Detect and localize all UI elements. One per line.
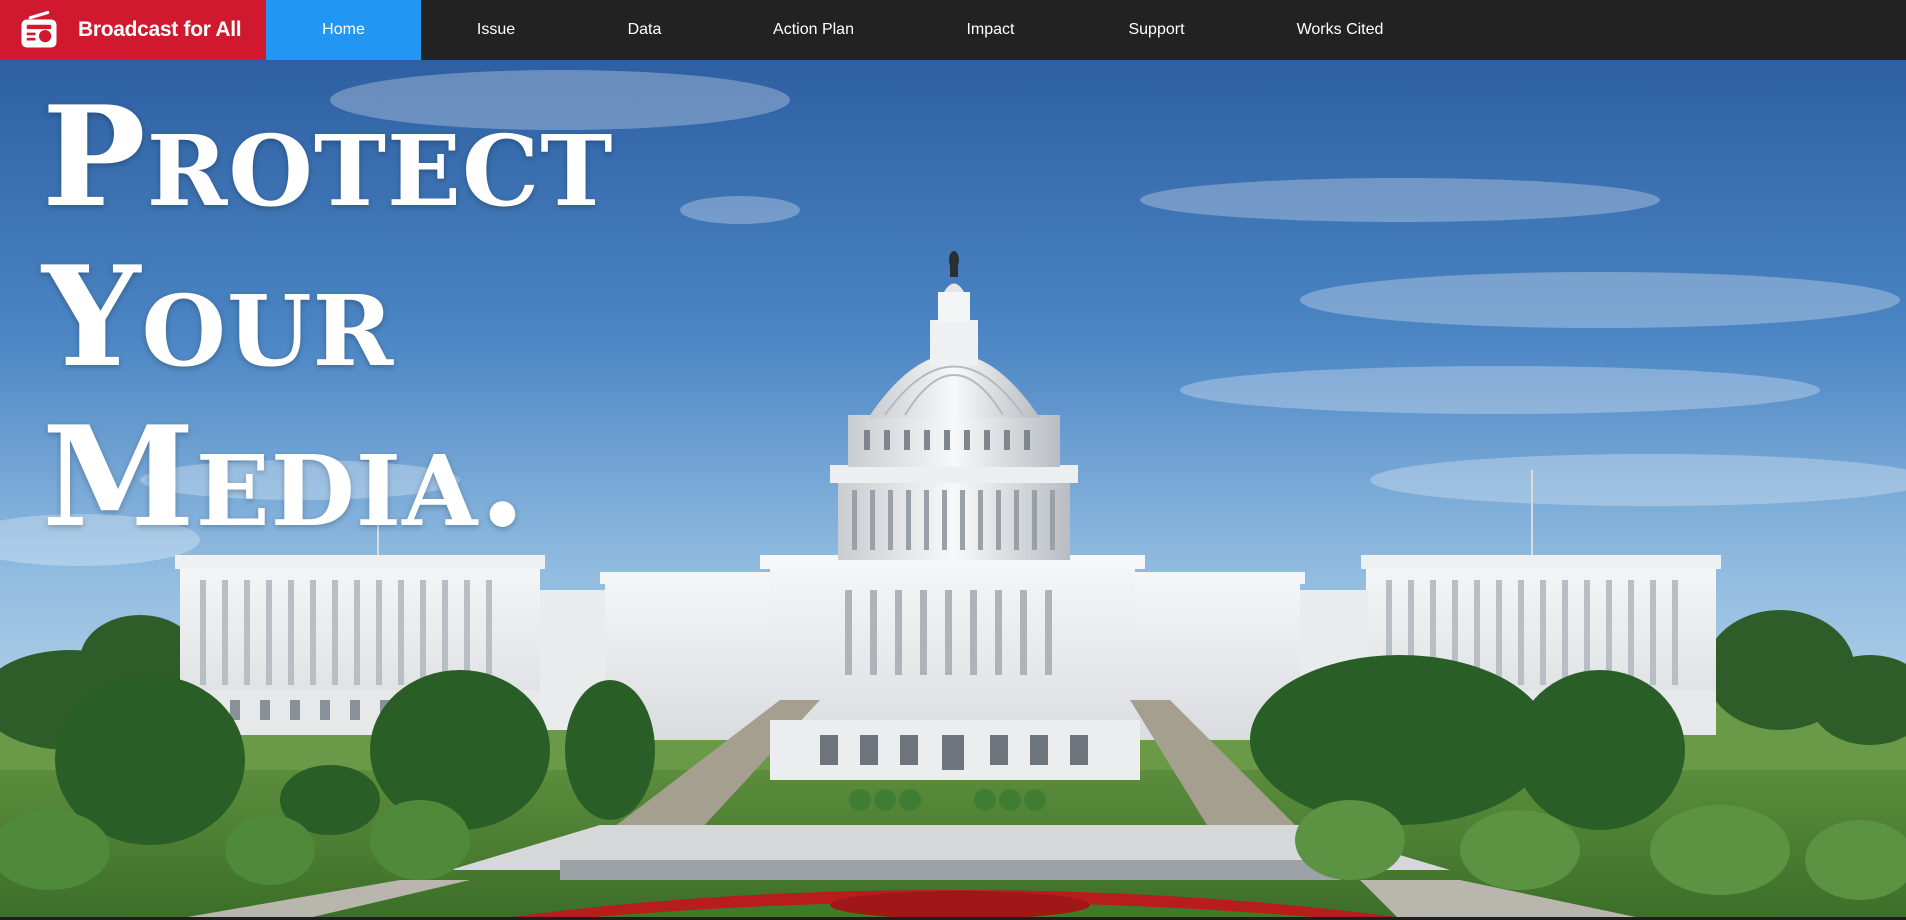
- nav-issue[interactable]: Issue: [421, 0, 571, 60]
- hero-section: Protect Your Media.: [0, 60, 1906, 920]
- nav-data[interactable]: Data: [571, 0, 718, 60]
- hero-headline: Protect Your Media.: [42, 70, 613, 568]
- nav-home[interactable]: Home: [266, 0, 421, 60]
- top-navbar: Broadcast for All Home Issue Data Action…: [0, 0, 1906, 60]
- headline-line-1: Protect: [42, 75, 614, 238]
- nav-impact[interactable]: Impact: [909, 0, 1072, 60]
- nav-works-cited[interactable]: Works Cited: [1241, 0, 1439, 60]
- nav-action-plan[interactable]: Action Plan: [718, 0, 909, 60]
- brand-link[interactable]: Broadcast for All: [0, 0, 266, 60]
- headline-line-2: Your: [42, 235, 395, 398]
- brand-title: Broadcast for All: [78, 18, 242, 41]
- radio-icon: [21, 10, 57, 48]
- headline-line-3: Media.: [42, 395, 528, 558]
- nav-support[interactable]: Support: [1072, 0, 1241, 60]
